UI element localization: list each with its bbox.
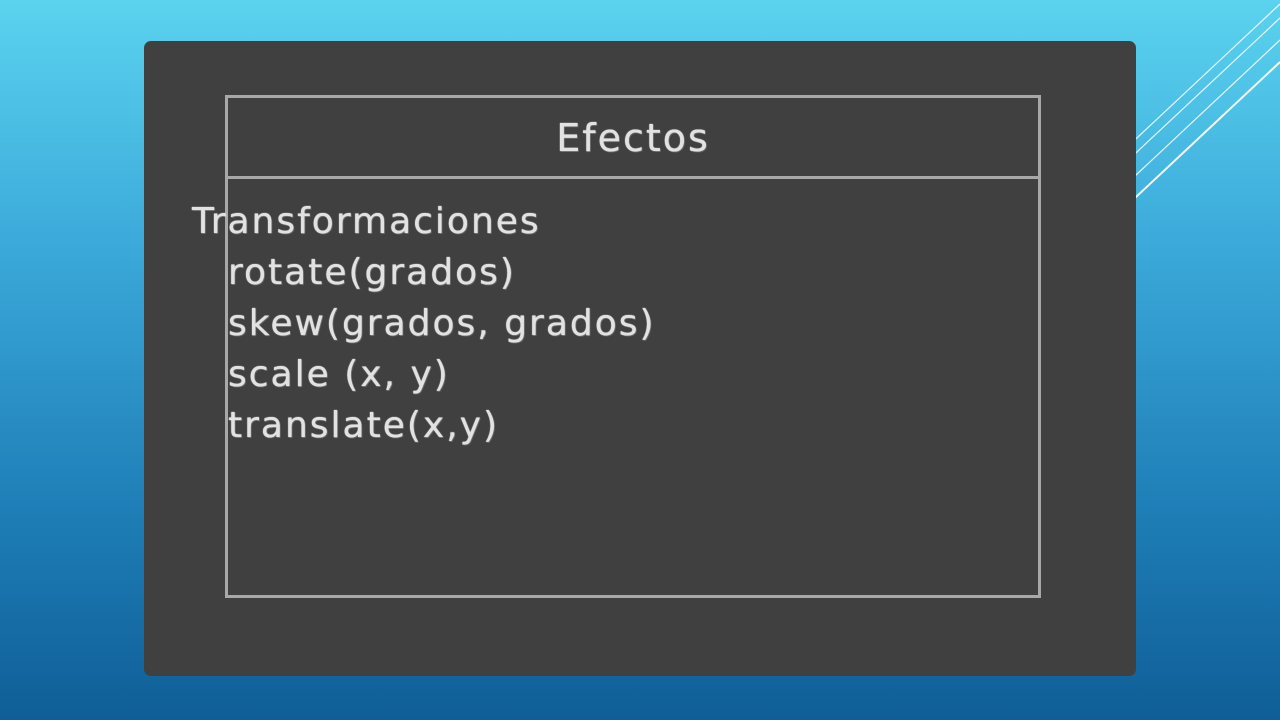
content-body: Transformaciones rotate(grados) skew(gra… [192,196,656,451]
frame-header: Efectos [228,98,1038,179]
decorative-lines [1120,3,1280,213]
list-item: translate(x,y) [228,405,500,446]
list-item: skew(grados, grados) [228,303,656,344]
slide: { "slide": { "title": "Efectos", "headin… [0,0,1280,720]
chalkboard: Efectos Transformaciones rotate(grados) … [144,41,1136,676]
transform-list: rotate(grados) skew(grados, grados) scal… [192,247,656,451]
section-heading: Transformaciones [192,201,541,242]
list-item: rotate(grados) [228,252,516,293]
list-item: scale (x, y) [228,354,450,395]
page-title: Efectos [556,116,710,160]
